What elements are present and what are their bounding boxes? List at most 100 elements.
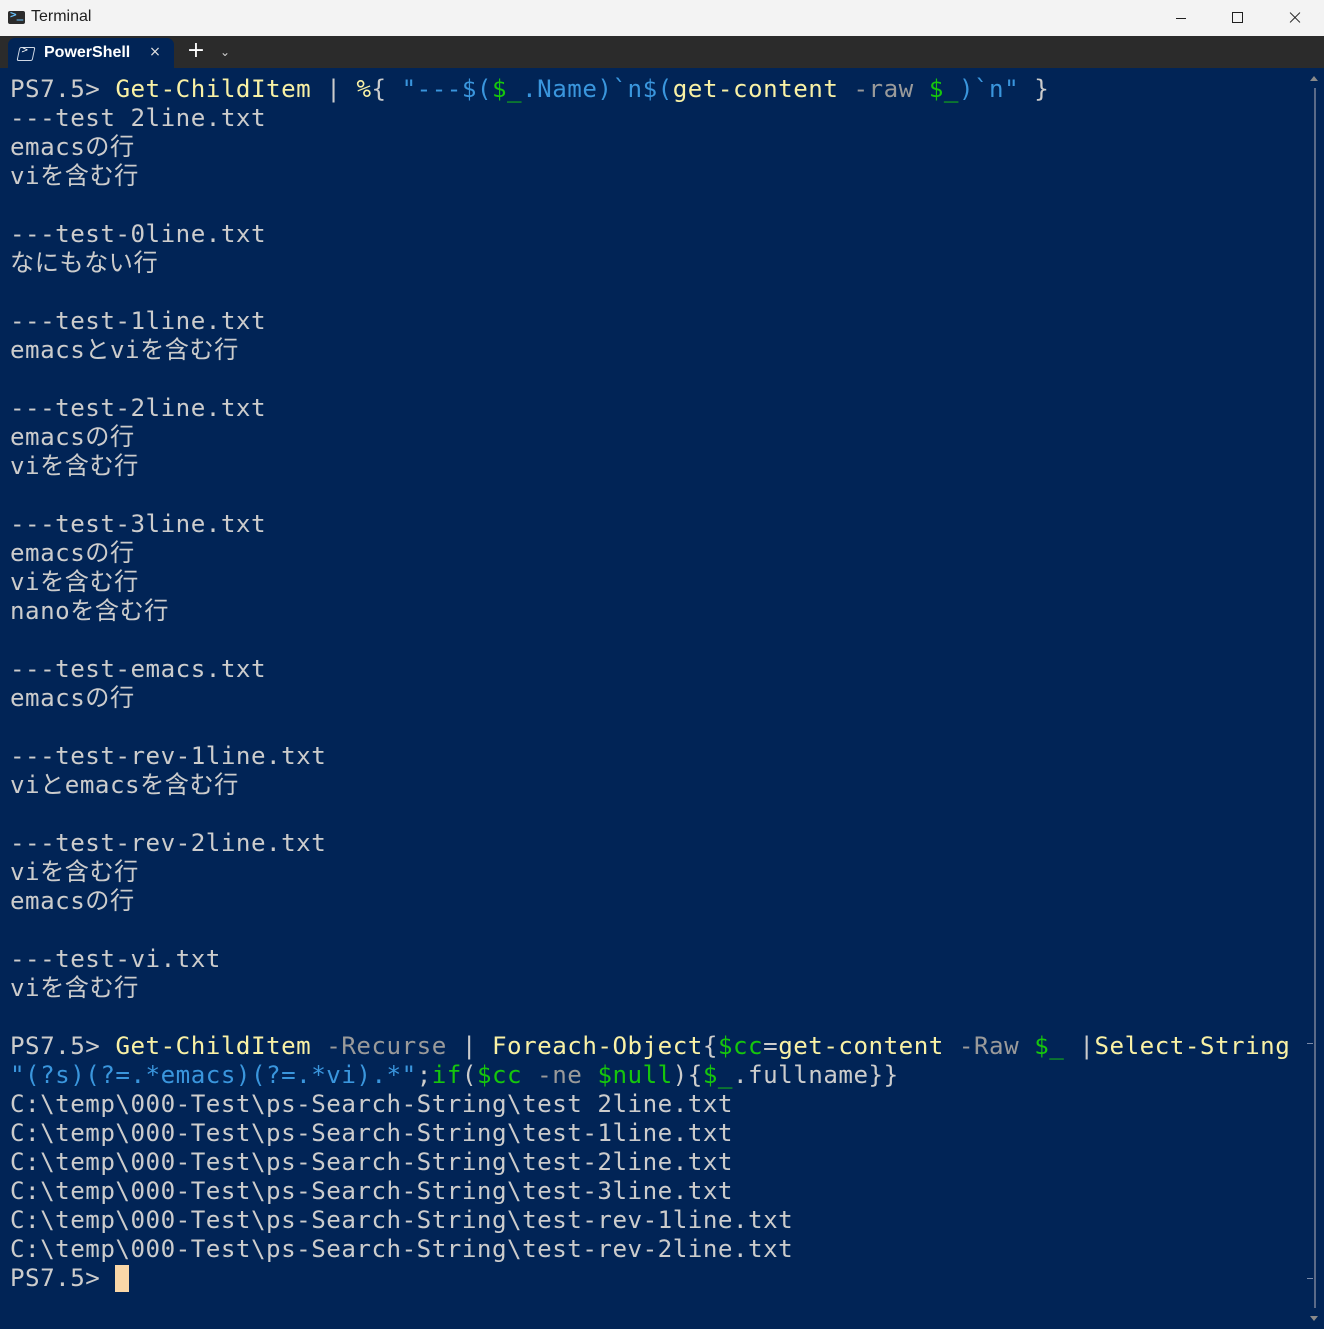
console-text: "(?s)(?=.*emacs)(?=.*vi).*" — [10, 1061, 417, 1089]
console-line: C:\temp\000-Test\ps-Search-String\test-2… — [10, 1148, 1290, 1177]
console-line: ---test-rev-2line.txt — [10, 829, 1290, 858]
console-line: emacsとviを含む行 — [10, 336, 1290, 365]
console-line: viを含む行 — [10, 974, 1290, 1003]
console-text: = — [763, 1032, 779, 1060]
console-text: $_ — [928, 75, 959, 103]
scroll-thumb[interactable] — [1314, 88, 1316, 1308]
console-text: ( — [461, 1061, 477, 1089]
console-text: nanoを含む行 — [10, 597, 169, 625]
console-text: emacsの行 — [10, 887, 135, 915]
console-line: emacsの行 — [10, 133, 1290, 162]
console-text: ---test-rev-2line.txt — [10, 829, 327, 857]
console-text: ; — [416, 1061, 432, 1089]
console-text: "---$( — [401, 75, 492, 103]
terminal-output[interactable]: PS7.5> Get-ChildItem | %{ "---$($_.Name)… — [0, 68, 1306, 1329]
console-line: ---test-2line.txt — [10, 394, 1290, 423]
console-text: viを含む行 — [10, 858, 139, 886]
console-text: } — [1019, 75, 1050, 103]
console-text: なにもない行 — [10, 249, 159, 277]
console-text: )`n" — [958, 75, 1020, 103]
console-line: C:\temp\000-Test\ps-Search-String\test-1… — [10, 1119, 1290, 1148]
console-text: C:\temp\000-Test\ps-Search-String\test-1… — [10, 1119, 733, 1147]
tab-powershell[interactable]: > PowerShell × — [8, 38, 174, 68]
terminal-window: >_ Terminal > PowerShell × + ⌄ PS7.5> Ge… — [0, 0, 1324, 1329]
text-cursor — [115, 1265, 130, 1292]
console-line: viを含む行 — [10, 162, 1290, 191]
console-line: emacsの行 — [10, 539, 1290, 568]
console-text: | — [311, 75, 357, 103]
console-text: { — [702, 1032, 718, 1060]
console-text: $cc — [717, 1032, 764, 1060]
console-lines: PS7.5> Get-ChildItem | %{ "---$($_.Name)… — [10, 75, 1290, 1293]
console-text: viとemacsを含む行 — [10, 771, 239, 799]
console-line: "(?s)(?=.*emacs)(?=.*vi).*";if($cc -ne $… — [10, 1061, 1290, 1090]
console-text: -ne — [522, 1061, 598, 1089]
console-text: .fullname}} — [733, 1061, 899, 1089]
prompt-text: PS7.5> — [10, 75, 116, 103]
console-text: C:\temp\000-Test\ps-Search-String\test 2… — [10, 1090, 733, 1118]
console-text: ---test-1line.txt — [10, 307, 267, 335]
console-line: ---test-3line.txt — [10, 510, 1290, 539]
console-line: PS7.5> Get-ChildItem | %{ "---$($_.Name)… — [10, 75, 1290, 104]
scroll-down-arrow-icon[interactable] — [1310, 1316, 1318, 1321]
terminal-app-icon: >_ — [8, 8, 25, 24]
console-text: $_ — [702, 1061, 733, 1089]
console-text: ---test-2line.txt — [10, 394, 267, 422]
console-text: ---test-0line.txt — [10, 220, 267, 248]
console-line: ---test-vi.txt — [10, 945, 1290, 974]
console-text: emacsの行 — [10, 133, 135, 161]
console-text: % — [356, 75, 372, 103]
console-text: viを含む行 — [10, 974, 139, 1002]
console-line: ---test-rev-1line.txt — [10, 742, 1290, 771]
title-bar[interactable]: >_ Terminal — [0, 0, 1324, 37]
tab-label: PowerShell — [44, 44, 131, 61]
console-line: emacsの行 — [10, 684, 1290, 713]
console-text: ---test-rev-1line.txt — [10, 742, 327, 770]
new-tab-button[interactable]: + — [184, 40, 208, 64]
prompt-text: PS7.5> — [10, 1032, 116, 1060]
console-text: ---test 2line.txt — [10, 104, 267, 132]
close-window-button[interactable] — [1266, 0, 1324, 36]
tab-dropdown-chevron-icon[interactable]: ⌄ — [215, 40, 235, 64]
console-text: $_ — [492, 75, 523, 103]
console-text: emacsとviを含む行 — [10, 336, 239, 364]
console-line: viを含む行 — [10, 858, 1290, 887]
console-text: emacsの行 — [10, 423, 135, 451]
console-line: viとemacsを含む行 — [10, 771, 1290, 800]
window-title: Terminal — [31, 8, 92, 25]
console-line: C:\temp\000-Test\ps-Search-String\test-r… — [10, 1206, 1290, 1235]
scroll-mark — [1307, 1278, 1313, 1279]
console-text: emacsの行 — [10, 684, 135, 712]
console-text: viを含む行 — [10, 162, 139, 190]
console-text: .Name)`n$( — [522, 75, 673, 103]
console-text: viを含む行 — [10, 452, 139, 480]
minimize-button[interactable] — [1151, 0, 1209, 36]
tab-bar: > PowerShell × + ⌄ — [0, 36, 1324, 68]
console-text: ---test-3line.txt — [10, 510, 267, 538]
console-line: PS7.5> Get-ChildItem -Recurse | Foreach-… — [10, 1032, 1290, 1061]
console-line: ---test 2line.txt — [10, 104, 1290, 133]
maximize-button[interactable] — [1208, 0, 1266, 36]
maximize-icon — [1232, 12, 1243, 23]
console-line: emacsの行 — [10, 423, 1290, 452]
console-text: | — [1064, 1032, 1095, 1060]
console-text: -raw — [838, 75, 929, 103]
tab-close-button[interactable]: × — [146, 42, 164, 62]
console-text: | — [446, 1032, 492, 1060]
console-text: ---test-vi.txt — [10, 945, 221, 973]
console-text: viを含む行 — [10, 568, 139, 596]
scrollbar[interactable] — [1306, 68, 1324, 1329]
scroll-up-arrow-icon[interactable] — [1310, 76, 1318, 81]
scroll-mark — [1307, 1043, 1313, 1044]
console-line: viを含む行 — [10, 568, 1290, 597]
console-line: C:\temp\000-Test\ps-Search-String\test-3… — [10, 1177, 1290, 1206]
console-line: nanoを含む行 — [10, 597, 1290, 626]
prompt-text: PS7.5> — [10, 1264, 116, 1292]
console-text: ---test-emacs.txt — [10, 655, 267, 683]
